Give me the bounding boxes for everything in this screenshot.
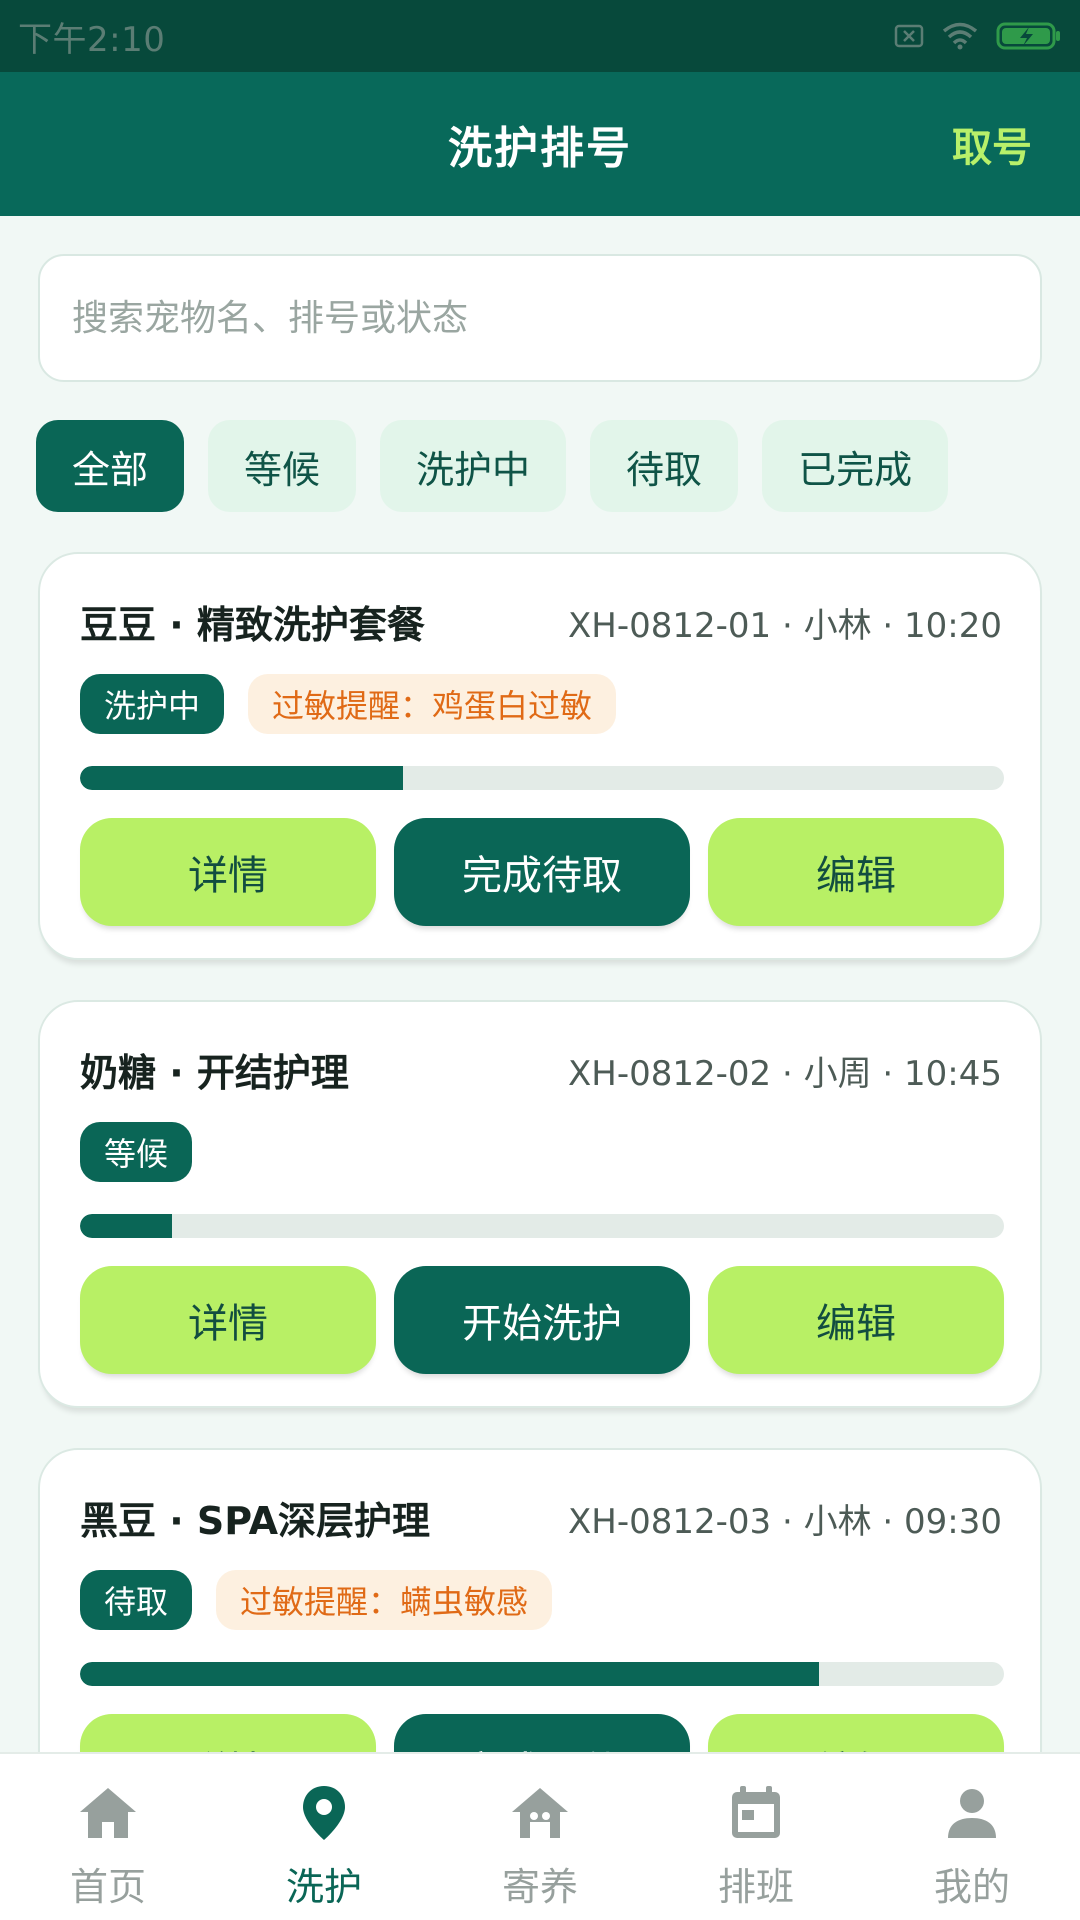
- nav-label: 首页: [69, 1865, 146, 1909]
- location-pin-icon: [292, 1784, 356, 1842]
- details-button[interactable]: 详情: [80, 818, 376, 926]
- nav-label: 寄养: [501, 1865, 578, 1909]
- card-badges: 待取 过敏提醒：螨虫敏感: [80, 1570, 553, 1630]
- battery-charging-icon: [996, 21, 1062, 51]
- card-actions: 详情 完成待取 编辑: [80, 818, 1004, 926]
- queue-card: 豆豆 · 精致洗护套餐 XH-0812-01 · 小林 · 10:20 洗护中 …: [38, 552, 1042, 960]
- filter-chip-washing[interactable]: 洗护中: [380, 420, 567, 512]
- progress-bar: [80, 766, 1004, 790]
- filter-chip-all[interactable]: 全部: [36, 420, 185, 512]
- progress-fill: [80, 1662, 820, 1686]
- details-button[interactable]: 详情: [80, 1266, 376, 1374]
- nav-label: 洗护: [285, 1865, 362, 1909]
- take-number-button[interactable]: 取号: [952, 72, 1032, 216]
- status-badge: 洗护中: [80, 674, 225, 734]
- edit-button[interactable]: 编辑: [708, 818, 1004, 926]
- card-title: 豆豆 · 精致洗护套餐: [80, 603, 425, 647]
- bottom-nav: 首页 洗护 寄养 排班 我的: [0, 1752, 1080, 1920]
- primary-action-button[interactable]: 开始洗护: [394, 1266, 690, 1374]
- card-actions: 详情 开始洗护 编辑: [80, 1266, 1004, 1374]
- home-icon: [76, 1784, 140, 1842]
- filter-chip-pickup[interactable]: 待取: [590, 420, 739, 512]
- search-box[interactable]: [38, 254, 1042, 382]
- status-badge: 待取: [80, 1570, 193, 1630]
- calendar-icon: [724, 1784, 788, 1842]
- nav-label: 我的: [933, 1865, 1010, 1909]
- nav-item-wash[interactable]: 洗护: [216, 1754, 432, 1920]
- card-title: 奶糖 · 开结护理: [80, 1051, 349, 1095]
- filter-chips: 全部 等候 洗护中 待取 已完成: [36, 420, 949, 512]
- primary-action-button[interactable]: 完成待取: [394, 818, 690, 926]
- user-icon: [940, 1784, 1004, 1842]
- status-icons: [894, 21, 1062, 51]
- card-meta: XH-0812-02 · 小周 · 10:45: [567, 1054, 1002, 1094]
- progress-bar: [80, 1214, 1004, 1238]
- card-badges: 洗护中 过敏提醒：鸡蛋白过敏: [80, 674, 617, 734]
- progress-fill: [80, 766, 404, 790]
- search-input[interactable]: [72, 297, 1040, 339]
- edit-button[interactable]: 编辑: [708, 1266, 1004, 1374]
- progress-fill: [80, 1214, 173, 1238]
- card-meta: XH-0812-01 · 小林 · 10:20: [567, 606, 1002, 646]
- allergy-badge: 过敏提醒：螨虫敏感: [216, 1570, 553, 1630]
- nav-item-boarding[interactable]: 寄养: [432, 1754, 648, 1920]
- status-bar: 下午2:10: [0, 0, 1080, 72]
- card-title: 黑豆 · SPA深层护理: [80, 1499, 431, 1543]
- app-bar: 洗护排号 取号: [0, 72, 1080, 216]
- card-meta: XH-0812-03 · 小林 · 09:30: [567, 1502, 1002, 1542]
- page-title: 洗护排号: [448, 123, 632, 174]
- nav-item-schedule[interactable]: 排班: [648, 1754, 864, 1920]
- filter-chip-done[interactable]: 已完成: [762, 420, 949, 512]
- wifi-icon: [942, 22, 978, 50]
- card-badges: 等候: [80, 1122, 193, 1182]
- sim-off-icon: [894, 24, 924, 48]
- status-time: 下午2:10: [18, 19, 166, 60]
- status-badge: 等候: [80, 1122, 193, 1182]
- queue-card: 奶糖 · 开结护理 XH-0812-02 · 小周 · 10:45 等候 详情 …: [38, 1000, 1042, 1408]
- nav-label: 排班: [717, 1865, 794, 1909]
- nav-item-home[interactable]: 首页: [0, 1754, 216, 1920]
- nav-item-profile[interactable]: 我的: [864, 1754, 1080, 1920]
- allergy-badge: 过敏提醒：鸡蛋白过敏: [248, 674, 617, 734]
- filter-chip-waiting[interactable]: 等候: [208, 420, 357, 512]
- pet-house-icon: [508, 1784, 572, 1842]
- progress-bar: [80, 1662, 1004, 1686]
